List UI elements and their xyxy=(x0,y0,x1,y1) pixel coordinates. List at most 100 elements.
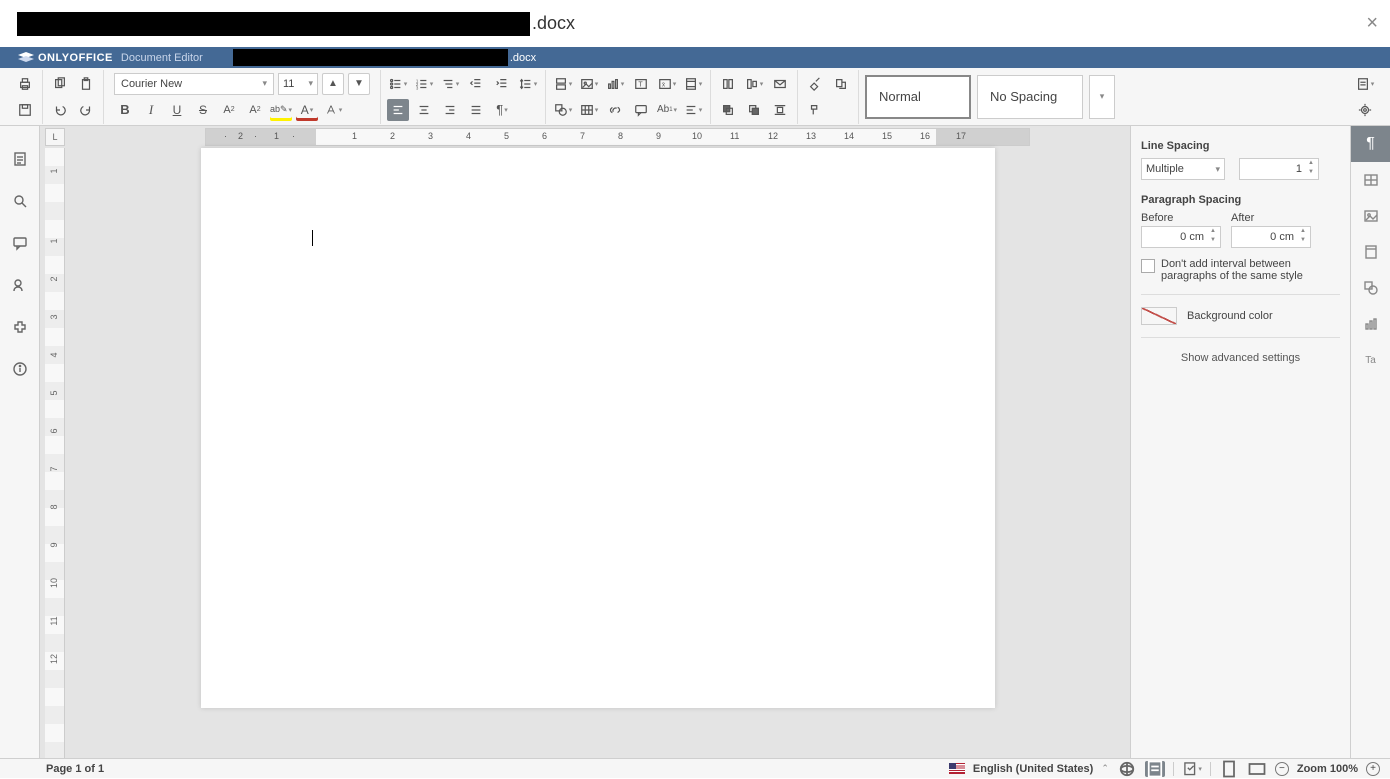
plugins-icon[interactable] xyxy=(9,316,31,338)
bold-button[interactable]: B xyxy=(114,99,136,121)
language-label[interactable]: English (United States) xyxy=(973,763,1093,775)
spinner-down-icon[interactable]: ▼ xyxy=(1207,237,1219,246)
change-case-button[interactable]: ▾ xyxy=(322,99,344,121)
review-icon[interactable]: ▾ xyxy=(1182,761,1202,777)
save-icon[interactable] xyxy=(14,99,36,121)
highlight-color-button[interactable]: ab✎▾ xyxy=(270,99,292,121)
wrapping-button[interactable] xyxy=(769,99,791,121)
text-art-settings-icon[interactable]: Ta xyxy=(1351,342,1390,378)
numbering-button[interactable]: 123▾ xyxy=(413,73,435,95)
insert-dropcap-button[interactable]: Ab1▾ xyxy=(656,99,678,121)
insert-text-art-button[interactable]: ▾ xyxy=(682,99,704,121)
document-page[interactable] xyxy=(201,148,995,708)
no-interval-label: Don't add interval between paragraphs of… xyxy=(1161,258,1340,282)
style-normal[interactable]: Normal xyxy=(865,75,971,119)
onlyoffice-logo-icon xyxy=(18,52,34,64)
italic-button[interactable]: I xyxy=(140,99,162,121)
before-label: Before xyxy=(1141,212,1221,224)
spinner-down-icon[interactable]: ▼ xyxy=(1305,169,1317,178)
close-icon[interactable]: × xyxy=(1366,12,1378,35)
superscript-button[interactable]: A2 xyxy=(218,99,240,121)
fit-width-icon[interactable] xyxy=(1247,761,1267,777)
insert-textbox-button[interactable]: T xyxy=(630,73,652,95)
chart-settings-icon[interactable] xyxy=(1351,306,1390,342)
increase-font-icon[interactable]: ▲ xyxy=(322,73,344,95)
table-settings-icon[interactable] xyxy=(1351,162,1390,198)
align-left-button[interactable] xyxy=(387,99,409,121)
chat-icon[interactable] xyxy=(9,274,31,296)
decrease-indent-button[interactable] xyxy=(465,73,487,95)
multilevel-list-button[interactable]: ▾ xyxy=(439,73,461,95)
redo-icon[interactable] xyxy=(75,99,97,121)
insert-equation-button[interactable]: x̄▾ xyxy=(656,73,678,95)
increase-indent-button[interactable] xyxy=(491,73,513,95)
insert-chart-button[interactable]: ▾ xyxy=(604,73,626,95)
spellcheck-icon[interactable] xyxy=(1117,761,1137,777)
clear-style-button[interactable] xyxy=(804,73,826,95)
decrease-font-icon[interactable]: ▼ xyxy=(348,73,370,95)
spinner-down-icon[interactable]: ▼ xyxy=(1297,237,1309,246)
spacing-after-input[interactable]: 0 cm ▲▼ xyxy=(1231,226,1311,248)
zoom-in-button[interactable]: + xyxy=(1366,762,1380,776)
fit-page-icon[interactable] xyxy=(1219,761,1239,777)
insert-page-break-button[interactable]: ▾ xyxy=(552,73,574,95)
arrange-front-button[interactable] xyxy=(717,99,739,121)
align-objects-button[interactable]: ▾ xyxy=(743,73,765,95)
font-color-button[interactable]: A▾ xyxy=(296,99,318,121)
paragraph-settings-icon[interactable]: ¶ xyxy=(1351,126,1390,162)
print-icon[interactable] xyxy=(14,73,36,95)
align-center-button[interactable] xyxy=(413,99,435,121)
spinner-up-icon[interactable]: ▲ xyxy=(1297,228,1309,237)
advanced-settings-button[interactable] xyxy=(1354,99,1376,121)
columns-button[interactable] xyxy=(717,73,739,95)
line-spacing-button[interactable]: ▾ xyxy=(517,73,539,95)
arrange-back-button[interactable] xyxy=(743,99,765,121)
horizontal-ruler[interactable]: ·2·1· 1234567891011121314151617 xyxy=(205,128,1030,146)
track-changes-icon[interactable] xyxy=(1145,761,1165,777)
insert-shape-button[interactable]: ▾ xyxy=(552,99,574,121)
zoom-label[interactable]: Zoom 100% xyxy=(1297,763,1358,775)
subscript-button[interactable]: A2 xyxy=(244,99,266,121)
format-painter-button[interactable] xyxy=(804,99,826,121)
document-settings-button[interactable]: ▾ xyxy=(1354,73,1376,95)
spacing-before-input[interactable]: 0 cm ▲▼ xyxy=(1141,226,1221,248)
divider xyxy=(1173,762,1174,776)
align-justify-button[interactable] xyxy=(465,99,487,121)
spinner-up-icon[interactable]: ▲ xyxy=(1305,160,1317,169)
background-color-row[interactable]: Background color xyxy=(1141,307,1340,325)
shape-settings-icon[interactable] xyxy=(1351,270,1390,306)
about-icon[interactable] xyxy=(9,358,31,380)
vertical-ruler[interactable]: 1 1 2 3 4 5 6 7 8 9 10 11 12 xyxy=(45,148,65,758)
file-tab-icon[interactable] xyxy=(9,148,31,170)
align-right-button[interactable] xyxy=(439,99,461,121)
zoom-out-button[interactable]: − xyxy=(1275,762,1289,776)
chevron-up-icon[interactable]: ⌃ xyxy=(1101,763,1109,774)
font-size-select[interactable]: 11 ▾ xyxy=(278,73,318,95)
line-spacing-type-select[interactable]: Multiple ▾ xyxy=(1141,158,1225,180)
show-advanced-settings-link[interactable]: Show advanced settings xyxy=(1141,352,1340,364)
no-interval-checkbox[interactable]: Don't add interval between paragraphs of… xyxy=(1141,258,1340,282)
insert-comment-button[interactable] xyxy=(630,99,652,121)
style-no-spacing[interactable]: No Spacing xyxy=(977,75,1083,119)
mail-merge-button[interactable] xyxy=(769,73,791,95)
insert-hyperlink-button[interactable] xyxy=(604,99,626,121)
spinner-up-icon[interactable]: ▲ xyxy=(1207,228,1219,237)
strikethrough-button[interactable]: S xyxy=(192,99,214,121)
styles-dropdown[interactable]: ▾ xyxy=(1089,75,1115,119)
copy-style-button[interactable] xyxy=(830,73,852,95)
bullets-button[interactable]: ▾ xyxy=(387,73,409,95)
image-settings-icon[interactable] xyxy=(1351,198,1390,234)
insert-header-footer-button[interactable]: ▾ xyxy=(682,73,704,95)
insert-image-button[interactable]: ▾ xyxy=(578,73,600,95)
underline-button[interactable]: U xyxy=(166,99,188,121)
header-footer-settings-icon[interactable] xyxy=(1351,234,1390,270)
copy-icon[interactable] xyxy=(49,73,71,95)
insert-table-button[interactable]: ▾ xyxy=(578,99,600,121)
paste-icon[interactable] xyxy=(75,73,97,95)
line-spacing-value-input[interactable]: 1 ▲▼ xyxy=(1239,158,1319,180)
font-name-select[interactable]: Courier New ▾ xyxy=(114,73,274,95)
search-icon[interactable] xyxy=(9,190,31,212)
undo-icon[interactable] xyxy=(49,99,71,121)
comments-icon[interactable] xyxy=(9,232,31,254)
nonprinting-chars-button[interactable]: ¶▾ xyxy=(491,99,513,121)
